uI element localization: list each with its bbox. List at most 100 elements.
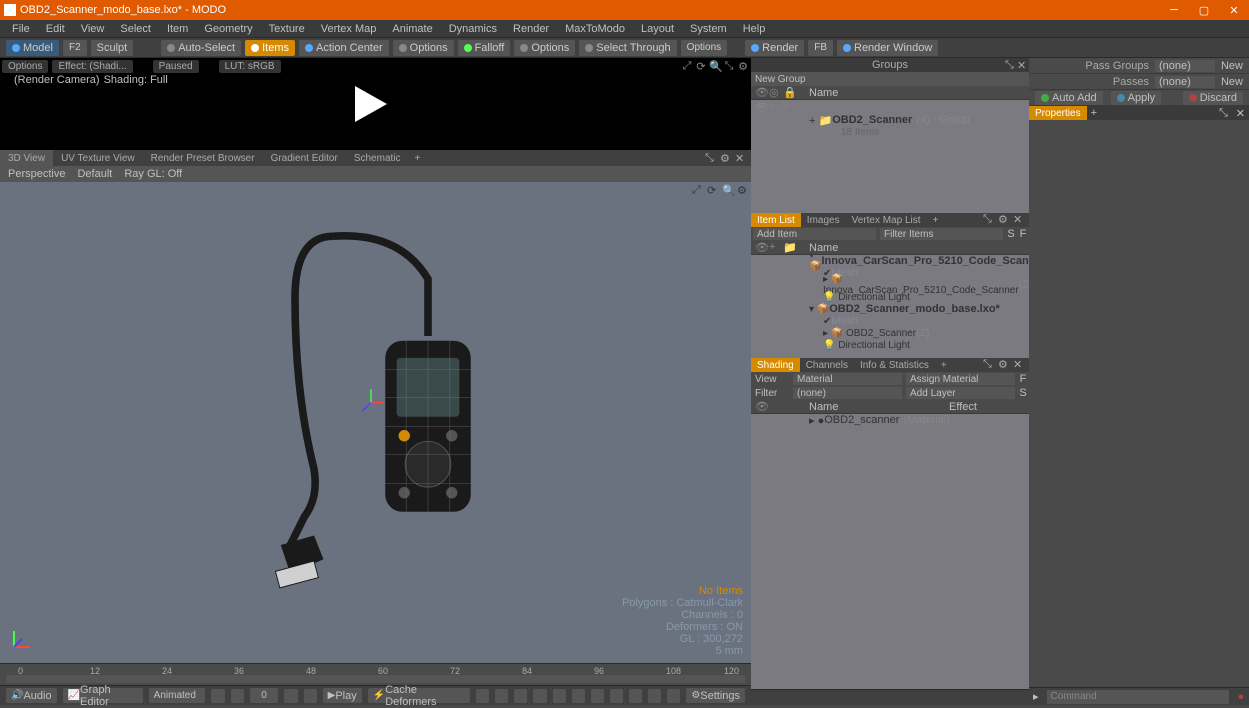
il-folder-icon[interactable]: 📁 — [783, 241, 793, 254]
play-button[interactable]: ▶ Play — [323, 688, 362, 703]
play-icon[interactable] — [355, 86, 387, 122]
vp-close-icon[interactable]: ✕ — [735, 152, 747, 164]
properties-add[interactable]: + — [1087, 107, 1101, 119]
groups-close-icon[interactable]: ✕ — [1017, 59, 1027, 72]
assign-material-button[interactable]: Assign Material — [906, 373, 1015, 385]
menu-texture[interactable]: Texture — [263, 23, 311, 35]
add-item-button[interactable]: Add Item — [753, 228, 876, 240]
bb-ic9[interactable] — [629, 689, 642, 703]
vp-gear-icon[interactable]: ⚙ — [720, 152, 732, 164]
view-select[interactable]: Material — [793, 373, 902, 385]
vp-rotate-icon[interactable]: ⟳ — [707, 184, 719, 196]
properties-close-icon[interactable]: ✕ — [1232, 107, 1249, 120]
falloff-button[interactable]: Falloff — [458, 40, 511, 56]
menu-edit[interactable]: Edit — [40, 23, 71, 35]
row-eye-icon[interactable]: 👁 — [755, 101, 765, 114]
rp-lut[interactable]: LUT: sRGB — [219, 60, 281, 73]
sh-gear-icon[interactable]: ⚙ — [998, 358, 1010, 370]
rp-move-icon[interactable]: ⤢ — [681, 60, 693, 72]
menu-layout[interactable]: Layout — [635, 23, 680, 35]
bb-ic10[interactable] — [648, 689, 661, 703]
menu-dynamics[interactable]: Dynamics — [443, 23, 503, 35]
autoselect-button[interactable]: Auto-Select — [161, 40, 241, 56]
menu-select[interactable]: Select — [114, 23, 157, 35]
il-gear-icon[interactable]: ⚙ — [998, 213, 1010, 225]
menu-file[interactable]: File — [6, 23, 36, 35]
sh-expand-icon[interactable]: ⤡ — [983, 358, 995, 370]
bb-ic3[interactable] — [514, 689, 527, 703]
material-row[interactable]: ▸ ● OBD2_scanner (Material) — [751, 414, 1029, 426]
options3-button[interactable]: Options — [681, 40, 727, 56]
rp-shading[interactable]: Shading: Full — [104, 74, 168, 86]
first-frame-icon[interactable] — [211, 689, 224, 703]
item-row[interactable]: ▸ 📦 OBD2_Scanner (2) — [751, 327, 1029, 339]
il-expand-icon[interactable]: ⤡ — [983, 213, 995, 225]
f2-button[interactable]: F2 — [63, 40, 87, 56]
lock-icon[interactable]: 🔒 — [783, 86, 793, 99]
options2-button[interactable]: Options — [514, 40, 575, 56]
bb-ic5[interactable] — [553, 689, 566, 703]
rp-paused[interactable]: Paused — [153, 60, 199, 73]
groups-expand-icon[interactable]: ⤡ — [1005, 59, 1015, 72]
vp-expand-icon[interactable]: ⤡ — [705, 152, 717, 164]
tab-3dview[interactable]: 3D View — [0, 150, 53, 166]
tab-shading[interactable]: Shading — [751, 358, 800, 372]
sh-f-button[interactable]: F — [1017, 373, 1029, 385]
rp-expand-icon[interactable]: ⤡ — [723, 60, 735, 72]
vp-raygl[interactable]: Ray GL: Off — [124, 168, 182, 180]
passes-select[interactable]: (none) — [1155, 76, 1215, 88]
tab-itemlist[interactable]: Item List — [751, 213, 801, 227]
grapheditor-button[interactable]: 📈 Graph Editor — [63, 688, 143, 703]
rp-options[interactable]: Options — [2, 60, 48, 73]
menu-view[interactable]: View — [75, 23, 111, 35]
vp-gear2-icon[interactable]: ⚙ — [737, 184, 749, 196]
rp-zoom-icon[interactable]: 🔍 — [709, 60, 721, 72]
sculpt-button[interactable]: Sculpt — [91, 40, 134, 56]
options1-button[interactable]: Options — [393, 40, 454, 56]
passgroups-select[interactable]: (none) — [1155, 60, 1215, 72]
tab-add-itemlist[interactable]: + — [927, 213, 945, 227]
il-eye-icon[interactable]: 👁 — [755, 241, 765, 254]
menu-geometry[interactable]: Geometry — [198, 23, 258, 35]
item-row[interactable]: 💡 Directional Light — [751, 339, 1029, 351]
minimize-button[interactable]: ─ — [1159, 0, 1189, 20]
vp-default[interactable]: Default — [77, 168, 112, 180]
menu-vertexmap[interactable]: Vertex Map — [315, 23, 383, 35]
cachedeformers-button[interactable]: ⚡ Cache Deformers — [368, 688, 470, 703]
target-icon[interactable]: ◎ — [769, 86, 779, 99]
vp-perspective[interactable]: Perspective — [8, 168, 65, 180]
sh-eye-icon[interactable]: 👁 — [755, 400, 765, 413]
apply-button[interactable]: Apply — [1111, 91, 1162, 105]
tab-vertexmap[interactable]: Vertex Map List — [846, 213, 927, 227]
filter-items-input[interactable]: Filter Items — [880, 228, 1003, 240]
bb-ic4[interactable] — [533, 689, 546, 703]
vp-zoom-icon[interactable]: 🔍 — [722, 184, 734, 196]
render-button[interactable]: Render — [745, 40, 804, 56]
renderwindow-button[interactable]: Render Window — [837, 40, 938, 56]
tab-images[interactable]: Images — [801, 213, 846, 227]
tab-schematic[interactable]: Schematic — [346, 150, 409, 166]
sh-close-icon[interactable]: ✕ — [1013, 358, 1025, 370]
group-item[interactable]: + 📁 OBD2_Scanner (4) : Group — [751, 114, 1029, 126]
discard-button[interactable]: Discard — [1183, 91, 1243, 105]
item-row[interactable]: ✔ Mesh — [751, 315, 1029, 327]
bb-ic6[interactable] — [572, 689, 585, 703]
f-button[interactable]: F — [1017, 228, 1029, 240]
properties-expand-icon[interactable]: ⤡ — [1215, 107, 1232, 120]
add-layer-button[interactable]: Add Layer — [906, 387, 1015, 399]
close-button[interactable]: ✕ — [1219, 0, 1249, 20]
prev-frame-icon[interactable] — [231, 689, 244, 703]
command-input[interactable]: Command — [1047, 690, 1229, 704]
new-group-button[interactable]: New Group — [751, 72, 1029, 86]
menu-item[interactable]: Item — [161, 23, 194, 35]
tab-add[interactable]: + — [409, 150, 427, 166]
render-preview[interactable]: Options Effect: (Shadi... Paused LUT: sR… — [0, 58, 751, 150]
tab-infostats[interactable]: Info & Statistics — [854, 358, 935, 372]
viewport-3d[interactable]: ⤢ ⟳ 🔍 ⚙ — [0, 182, 751, 663]
items-button[interactable]: Items — [245, 40, 295, 56]
il-plus-icon[interactable]: + — [769, 241, 779, 254]
il-close-icon[interactable]: ✕ — [1013, 213, 1025, 225]
rp-effect[interactable]: Effect: (Shadi... — [52, 60, 132, 73]
rp-camera[interactable]: (Render Camera) — [14, 74, 100, 86]
settings-button[interactable]: ⚙ Settings — [686, 688, 745, 703]
